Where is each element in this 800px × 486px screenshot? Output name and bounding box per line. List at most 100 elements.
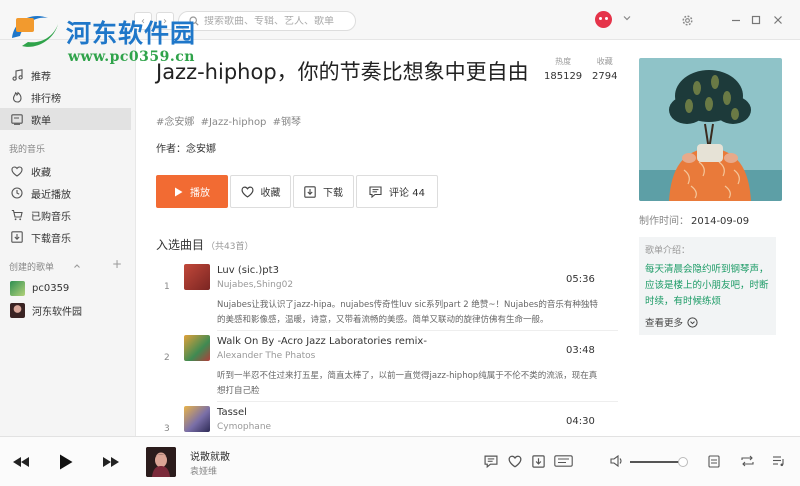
- settings-button[interactable]: [678, 11, 696, 29]
- created-playlists-header: 创建的歌单: [9, 263, 55, 273]
- track-title[interactable]: Luv (sic.)pt3: [217, 265, 279, 276]
- stat-favorites: 收藏 2794: [592, 56, 617, 82]
- sidebar-item-playlists[interactable]: 歌单: [0, 108, 131, 130]
- creation-date: 制作时间： 2014-09-09: [639, 212, 749, 227]
- chevron-down-icon[interactable]: [622, 13, 632, 23]
- next-button[interactable]: [102, 452, 120, 472]
- row-divider: [217, 330, 618, 331]
- desktop-lyrics-button[interactable]: [706, 452, 722, 470]
- track-duration: 05:36: [566, 274, 595, 285]
- stat-popularity: 热度 185129: [544, 56, 582, 82]
- track-artist[interactable]: Alexander The Phatos: [217, 351, 315, 361]
- author-line: 作者：念安娜: [156, 144, 216, 155]
- button-label: 播放: [190, 188, 210, 199]
- minimize-button[interactable]: [727, 11, 745, 29]
- chevron-up-icon[interactable]: [73, 262, 81, 270]
- comment-icon: [484, 455, 498, 468]
- download-button[interactable]: 下载: [293, 175, 354, 208]
- playlist-queue-icon: [772, 456, 784, 467]
- track-title[interactable]: Walk On By -Acro Jazz Laboratories remix…: [217, 336, 427, 347]
- view-more-link[interactable]: 查看更多: [645, 315, 770, 329]
- add-playlist-button[interactable]: +: [112, 257, 122, 271]
- music-note-icon: [10, 68, 24, 82]
- queue-button[interactable]: [770, 452, 786, 470]
- volume-slider-handle[interactable]: [678, 457, 688, 467]
- sidebar-item-label: 已购音乐: [31, 211, 71, 223]
- volume-slider-fill: [630, 461, 680, 463]
- button-label: 下载: [323, 188, 343, 199]
- player-bar: 说散就散 袁娅维: [0, 436, 800, 486]
- comment-button[interactable]: 评论 44: [356, 175, 438, 208]
- playlist-thumbnail: [10, 302, 25, 318]
- download-song-button[interactable]: [530, 452, 546, 470]
- previous-button[interactable]: [12, 452, 30, 472]
- next-track-icon: [103, 457, 119, 467]
- sidebar-item-label: 排行榜: [31, 93, 61, 105]
- play-pause-button[interactable]: [56, 452, 76, 472]
- play-all-button[interactable]: 播放: [156, 175, 228, 208]
- minimize-icon: [732, 19, 740, 22]
- track-list-heading: 入选曲目 （共43首）: [156, 236, 253, 253]
- sidebar-item-recent[interactable]: 最近播放: [0, 182, 131, 204]
- watermark-title: 河东软件园: [66, 19, 197, 48]
- sidebar-item-favorites[interactable]: 收藏: [0, 160, 131, 182]
- play-mode-button[interactable]: [738, 452, 756, 470]
- tag[interactable]: #钢琴: [273, 117, 301, 128]
- chevron-down-circle-icon: [687, 316, 698, 328]
- sidebar-item-label: 收藏: [31, 167, 51, 179]
- previous-track-icon: [13, 457, 29, 467]
- track-count: （共43首）: [206, 242, 254, 252]
- gear-icon: [681, 14, 693, 26]
- repeat-icon: [740, 455, 754, 467]
- track-list-title: 入选曲目: [156, 238, 205, 252]
- button-label: 收藏: [260, 188, 281, 199]
- sidebar-playlist-hedong[interactable]: 河东软件园: [0, 299, 131, 321]
- intro-text: 每天清晨会隐约听到钢琴声，应该是楼上的小朋友吧，时断时续，有时候练烦: [645, 264, 769, 307]
- my-music-header: 我的音乐: [9, 145, 46, 155]
- clock-icon: [10, 186, 24, 200]
- sidebar: 推荐 排行榜 歌单 我的音乐 收藏 最近播放 已购音乐 下载音乐 创建的歌单 +…: [0, 40, 136, 436]
- track-title[interactable]: Tassel: [217, 407, 247, 418]
- track-artist[interactable]: Cymophane: [217, 422, 271, 432]
- now-playing-cover[interactable]: [146, 447, 176, 477]
- track-artist[interactable]: Nujabes,Shing02: [217, 280, 293, 290]
- tag-list: #念安娜 #Jazz-hiphop #钢琴: [156, 113, 304, 128]
- heart-icon: [10, 164, 24, 178]
- lyrics-comment-button[interactable]: [483, 452, 499, 470]
- heart-icon: [508, 455, 522, 467]
- playlist-thumbnail: [10, 280, 25, 296]
- playlist-detail: Jazz-hiphop，你的节奏比想象中更自由 热度 185129 收藏 279…: [136, 40, 800, 436]
- like-button[interactable]: [507, 452, 523, 470]
- track-cover: [184, 335, 210, 361]
- quality-badge-icon: [553, 455, 573, 467]
- tag[interactable]: #念安娜: [156, 117, 194, 128]
- sidebar-item-recommend[interactable]: 推荐: [0, 64, 131, 86]
- maximize-button[interactable]: [747, 11, 765, 29]
- close-button[interactable]: [769, 11, 787, 29]
- search-input[interactable]: [204, 15, 344, 27]
- watermark-url: www.pc0359.cn: [68, 49, 195, 65]
- track-number: 1: [164, 282, 170, 292]
- volume-icon: [610, 455, 622, 467]
- volume-slider-track[interactable]: [630, 461, 682, 463]
- now-playing-title[interactable]: 说散就散: [190, 448, 230, 463]
- sidebar-item-charts[interactable]: 排行榜: [0, 86, 131, 108]
- search-box[interactable]: [178, 11, 356, 31]
- user-avatar[interactable]: [595, 11, 612, 28]
- volume-button[interactable]: [609, 452, 625, 470]
- track-duration: 03:48: [566, 345, 595, 356]
- sidebar-item-downloads[interactable]: 下载音乐: [0, 226, 131, 248]
- sound-quality-button[interactable]: [553, 452, 573, 470]
- track-number: 3: [164, 424, 170, 434]
- sidebar-playlist-pc0359[interactable]: pc0359: [0, 277, 131, 299]
- collect-button[interactable]: 收藏: [230, 175, 291, 208]
- sidebar-item-purchased[interactable]: 已购音乐: [0, 204, 131, 226]
- button-label: 评论 44: [389, 188, 425, 199]
- playlist-cover-image: [639, 58, 782, 201]
- stat-label: 收藏: [596, 57, 613, 66]
- now-playing-artist[interactable]: 袁娅维: [190, 464, 217, 477]
- view-more-label: 查看更多: [645, 318, 684, 329]
- download-icon: [10, 230, 24, 244]
- sidebar-item-label: 歌单: [31, 115, 51, 127]
- tag[interactable]: #Jazz-hiphop: [201, 117, 267, 128]
